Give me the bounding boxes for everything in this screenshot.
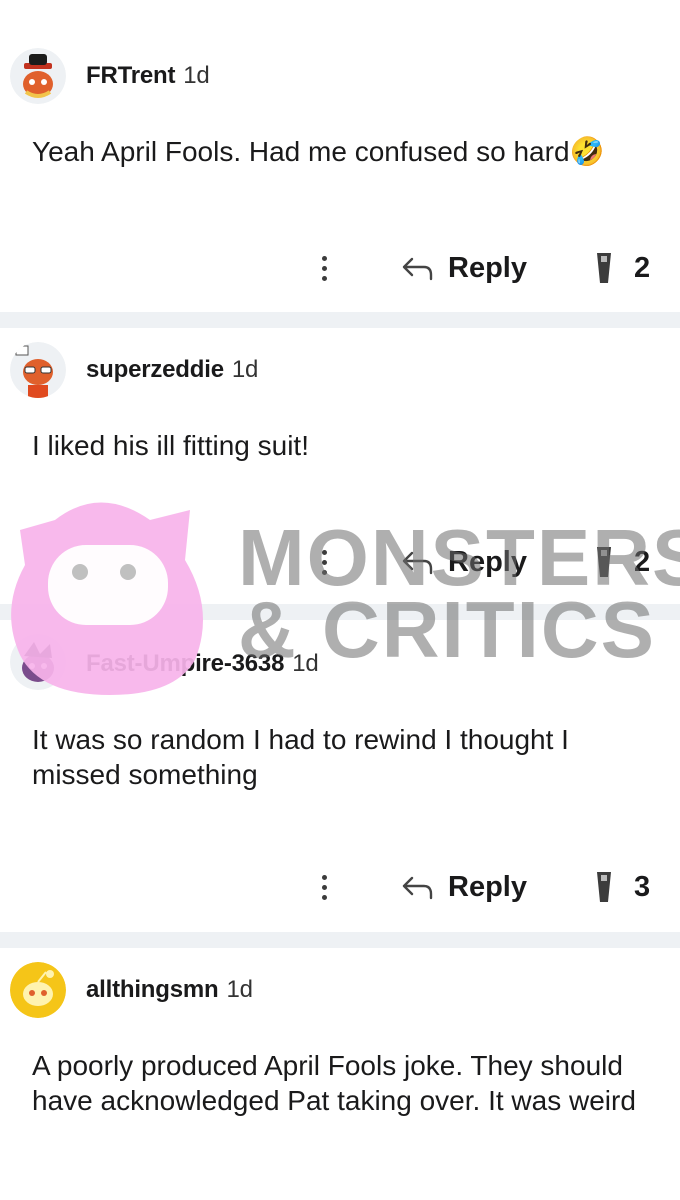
snoo-avatar-purple-icon (10, 634, 66, 690)
more-options-button[interactable] (310, 542, 338, 582)
reply-button[interactable]: Reply (400, 867, 527, 907)
more-dot-icon (321, 559, 327, 565)
comment-body: A poorly produced April Fools joke. They… (32, 1050, 636, 1116)
reply-arrow-icon (402, 876, 433, 900)
comment-body: I liked his ill fitting suit! (32, 430, 309, 461)
award-count: 2 (634, 251, 651, 284)
award-button[interactable]: 2 (592, 248, 650, 288)
username-text[interactable]: allthingsmn (86, 976, 219, 1003)
award-count: 3 (634, 870, 651, 903)
comment-card: FRTrent 1d Yeah April Fools. Had me confu… (0, 0, 680, 312)
username-text[interactable]: Fast-Umpire-3638 (86, 650, 284, 677)
award-icon (597, 547, 611, 577)
username-text[interactable]: FRTrent (86, 62, 175, 89)
award-button[interactable]: 3 (592, 867, 650, 907)
comment-card: superzeddie 1d I liked his ill fitting su… (0, 328, 680, 624)
snoo-avatar-hat-icon (10, 48, 66, 104)
comment-divider (0, 604, 680, 620)
more-dot-icon (321, 874, 327, 880)
username[interactable]: FRTrent 1d (86, 62, 210, 90)
more-dot-icon (321, 255, 327, 261)
comment-actions: Reply 3 (0, 867, 680, 917)
comment-age: 1d (231, 356, 259, 383)
more-dot-icon (321, 884, 327, 890)
reply-label: Reply (448, 870, 527, 903)
username[interactable]: superzeddie 1d (86, 356, 258, 384)
comment-card: allthingsmn 1d A poorly produced April Fo… (0, 948, 680, 1200)
username[interactable]: allthingsmn 1d (86, 976, 253, 1004)
comment-body: Yeah April Fools. Had me confused so har… (32, 136, 605, 167)
reply-arrow-icon (402, 551, 433, 575)
more-dot-icon (321, 275, 327, 281)
reply-label: Reply (448, 545, 527, 578)
comment-actions: Reply 2 (0, 248, 680, 298)
more-dot-icon (321, 894, 327, 900)
reply-button[interactable]: Reply (400, 248, 527, 288)
reply-label: Reply (448, 251, 527, 284)
comment-divider (0, 932, 680, 948)
more-dot-icon (321, 549, 327, 555)
award-count: 2 (634, 545, 651, 578)
avatar[interactable] (10, 48, 66, 104)
more-options-button[interactable] (310, 248, 338, 288)
reply-button[interactable]: Reply (400, 542, 527, 582)
comment-age: 1d (183, 62, 210, 89)
snoo-avatar-glasses-icon (10, 342, 66, 398)
comment-card: Fast-Umpire-3638 1d It was so random I ha… (0, 620, 680, 932)
avatar[interactable] (10, 634, 66, 690)
avatar[interactable] (10, 342, 66, 398)
comment-divider (0, 312, 680, 328)
comment-age: 1d (226, 976, 253, 1003)
more-options-button[interactable] (310, 867, 338, 907)
snoo-avatar-yellow-icon (10, 962, 66, 1018)
comment-age: 1d (292, 650, 319, 677)
more-dot-icon (321, 569, 327, 575)
more-dot-icon (321, 265, 327, 271)
award-icon (597, 253, 611, 283)
award-button[interactable]: 2 (592, 542, 650, 582)
reply-arrow-icon (402, 257, 433, 281)
username[interactable]: Fast-Umpire-3638 1d (86, 650, 319, 678)
comment-body: It was so random I had to rewind I thoug… (32, 724, 577, 790)
username-text[interactable]: superzeddie (86, 356, 224, 383)
comment-actions: Reply 2 (0, 542, 680, 592)
avatar[interactable] (10, 962, 66, 1018)
award-icon (597, 872, 611, 902)
